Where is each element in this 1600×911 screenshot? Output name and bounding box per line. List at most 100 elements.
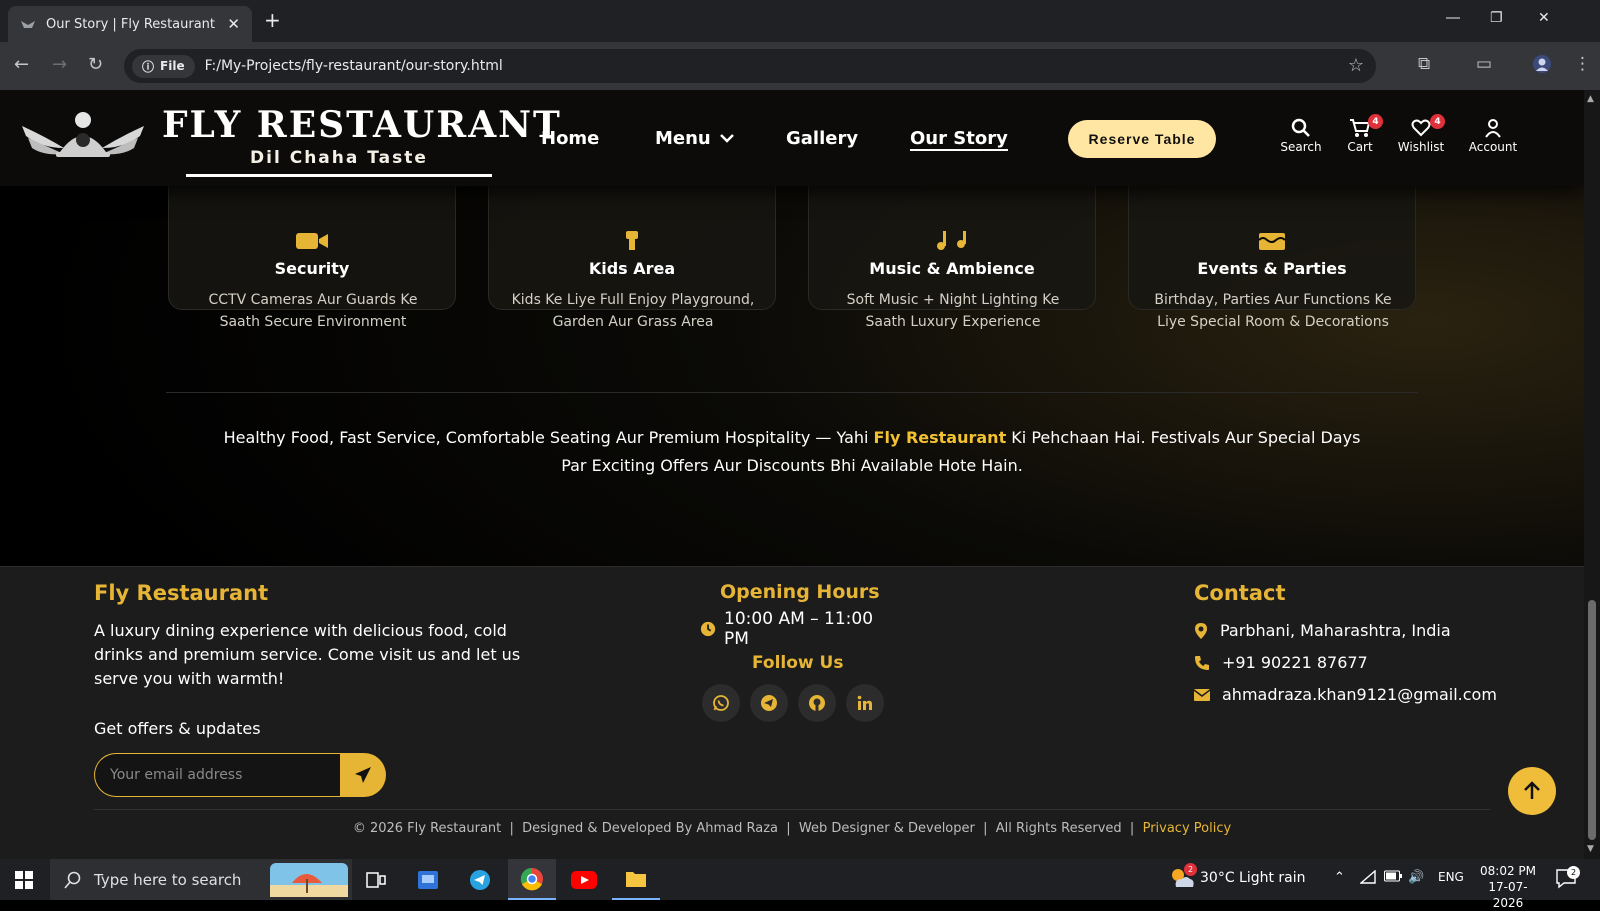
telegram-icon (761, 695, 777, 711)
feature-title: Kids Area (588, 259, 676, 278)
notifications-icon[interactable]: 2 (1556, 866, 1580, 893)
cake-icon (1129, 231, 1415, 255)
section-divider (166, 392, 1418, 393)
close-tab-icon[interactable]: ✕ (227, 15, 240, 33)
weather-text[interactable]: 30°C Light rain (1200, 870, 1306, 886)
scrollbar-thumb[interactable] (1588, 600, 1596, 840)
envelope-icon (1194, 688, 1210, 701)
site-footer: Fly Restaurant A luxury dining experienc… (0, 566, 1584, 859)
nav-our-story[interactable]: Our Story (910, 128, 1008, 151)
bookmark-star-icon[interactable]: ☆ (1348, 55, 1364, 76)
restaurant-logo-icon[interactable] (20, 108, 146, 170)
new-tab-icon[interactable]: + (264, 8, 281, 32)
feature-title: Security (274, 259, 350, 278)
site-header: FLY RESTAURANT Dil Chaha Taste Home Menu… (0, 90, 1584, 186)
header-cart[interactable]: 4 Cart (1325, 114, 1395, 154)
reserve-table-button[interactable]: Reserve Table (1068, 120, 1216, 158)
contact-title: Contact (1194, 581, 1286, 605)
browser-tab-strip: Our Story | Fly Restaurant ✕ + ― ❐ ✕ (0, 0, 1600, 42)
address-bar[interactable]: ⓘ File F:/My-Projects/fly-restaurant/our… (124, 49, 1376, 83)
newsletter-email-input[interactable] (94, 753, 340, 797)
contact-address: Parbhani, Maharashtra, India (1194, 621, 1451, 640)
feature-desc: Soft Music + Night Lighting Ke Saath Lux… (846, 292, 1060, 330)
contact-email[interactable]: ahmadraza.khan9121@gmail.com (1194, 685, 1497, 704)
notification-count-badge: 2 (1567, 866, 1580, 879)
volume-icon[interactable]: 🔊 (1408, 870, 1424, 885)
contact-phone[interactable]: +91 90221 87677 (1194, 653, 1368, 672)
privacy-policy-link[interactable]: Privacy Policy (1143, 821, 1232, 836)
feature-desc: Birthday, Parties Aur Functions Ke Liye … (1154, 292, 1392, 330)
restore-icon[interactable]: ❐ (1490, 10, 1503, 26)
brand-title[interactable]: FLY RESTAURANT (162, 104, 562, 146)
back-to-top-button[interactable] (1508, 767, 1556, 815)
clock-icon (700, 621, 716, 637)
network-icon[interactable] (1359, 869, 1376, 888)
page-scrollbar[interactable]: ▲ ▼ (1584, 90, 1600, 859)
linkedin-link[interactable] (846, 684, 884, 722)
header-wishlist[interactable]: 4 Wishlist (1386, 114, 1456, 154)
minimize-icon[interactable]: ― (1446, 10, 1460, 26)
child-icon (489, 231, 775, 255)
telegram-link[interactable] (750, 684, 788, 722)
whatsapp-icon (713, 695, 729, 711)
forward-icon[interactable]: → (52, 54, 67, 75)
battery-icon[interactable] (1384, 870, 1402, 886)
brand-tagline: Dil Chaha Taste (186, 148, 492, 177)
browser-menu-icon[interactable]: ⋮ (1574, 54, 1591, 74)
tab-title: Our Story | Fly Restaurant (46, 16, 216, 32)
weather-icon[interactable]: 2 (1168, 863, 1197, 897)
highlight-brand: Fly Restaurant (873, 428, 1007, 447)
github-icon (809, 695, 825, 711)
search-icon (64, 871, 81, 889)
page-viewport: Security CCTV Cameras Aur Guards Ke Saat… (0, 90, 1584, 859)
extensions-icon[interactable]: ⧉ (1418, 54, 1430, 74)
copyright-bar: © 2026 Fly Restaurant | Designed & Devel… (352, 821, 1232, 836)
send-icon (355, 767, 371, 783)
scroll-down-icon[interactable]: ▼ (1587, 844, 1594, 854)
clock[interactable]: 08:02 PM 17-07-2026 (1478, 863, 1538, 911)
wishlist-count-badge: 4 (1430, 114, 1445, 129)
info-icon: ⓘ (142, 59, 155, 74)
nav-home[interactable]: Home (541, 128, 599, 149)
site-info-chip[interactable]: ⓘ File (132, 54, 195, 78)
close-window-icon[interactable]: ✕ (1538, 10, 1550, 26)
nav-gallery[interactable]: Gallery (786, 128, 858, 149)
feature-desc: CCTV Cameras Aur Guards Ke Saath Secure … (208, 292, 418, 330)
telegram-app-icon[interactable] (456, 859, 504, 900)
search-icon (1291, 118, 1310, 137)
nav-menu[interactable]: Menu (655, 128, 735, 149)
profile-avatar-icon[interactable] (1532, 54, 1552, 79)
phone-icon (1195, 655, 1209, 670)
back-icon[interactable]: ← (14, 54, 29, 75)
about-paragraph: Healthy Food, Fast Service, Comfortable … (223, 428, 1361, 475)
footer-divider (94, 809, 1490, 810)
remote-desktop-icon[interactable] (404, 859, 452, 900)
chrome-app-icon[interactable] (508, 859, 556, 900)
heart-icon (1411, 119, 1431, 137)
start-button[interactable] (0, 859, 48, 900)
tab-search-icon[interactable]: ▭ (1476, 54, 1492, 74)
task-view-icon[interactable] (352, 859, 400, 900)
footer-description: A luxury dining experience with deliciou… (94, 621, 521, 688)
browser-tab[interactable]: Our Story | Fly Restaurant ✕ (8, 6, 252, 42)
user-icon (1485, 119, 1501, 138)
taskbar-search-box[interactable]: Type here to search (50, 859, 352, 900)
browser-toolbar: ← → ↻ ⓘ File F:/My-Projects/fly-restaura… (0, 42, 1600, 90)
github-link[interactable] (798, 684, 836, 722)
reload-icon[interactable]: ↻ (88, 54, 103, 75)
url-text: F:/My-Projects/fly-restaurant/our-story.… (204, 58, 503, 74)
newsletter-submit-button[interactable] (340, 753, 386, 797)
feature-title: Events & Parties (1197, 259, 1347, 278)
video-camera-icon (169, 231, 455, 255)
opening-hours: 10:00 AM – 11:00 PM (700, 609, 884, 649)
windows-taskbar: Type here to search 2 30°C Light rain ⌃ … (0, 859, 1600, 910)
show-hidden-icons-icon[interactable]: ⌃ (1334, 870, 1345, 885)
youtube-app-icon[interactable] (560, 859, 608, 900)
scroll-up-icon[interactable]: ▲ (1587, 94, 1594, 104)
music-icon (809, 231, 1095, 255)
whatsapp-link[interactable] (702, 684, 740, 722)
language-indicator[interactable]: ENG (1438, 870, 1464, 884)
header-account[interactable]: Account (1458, 118, 1528, 154)
file-explorer-icon[interactable] (612, 859, 660, 900)
site-favicon-icon (20, 16, 36, 32)
